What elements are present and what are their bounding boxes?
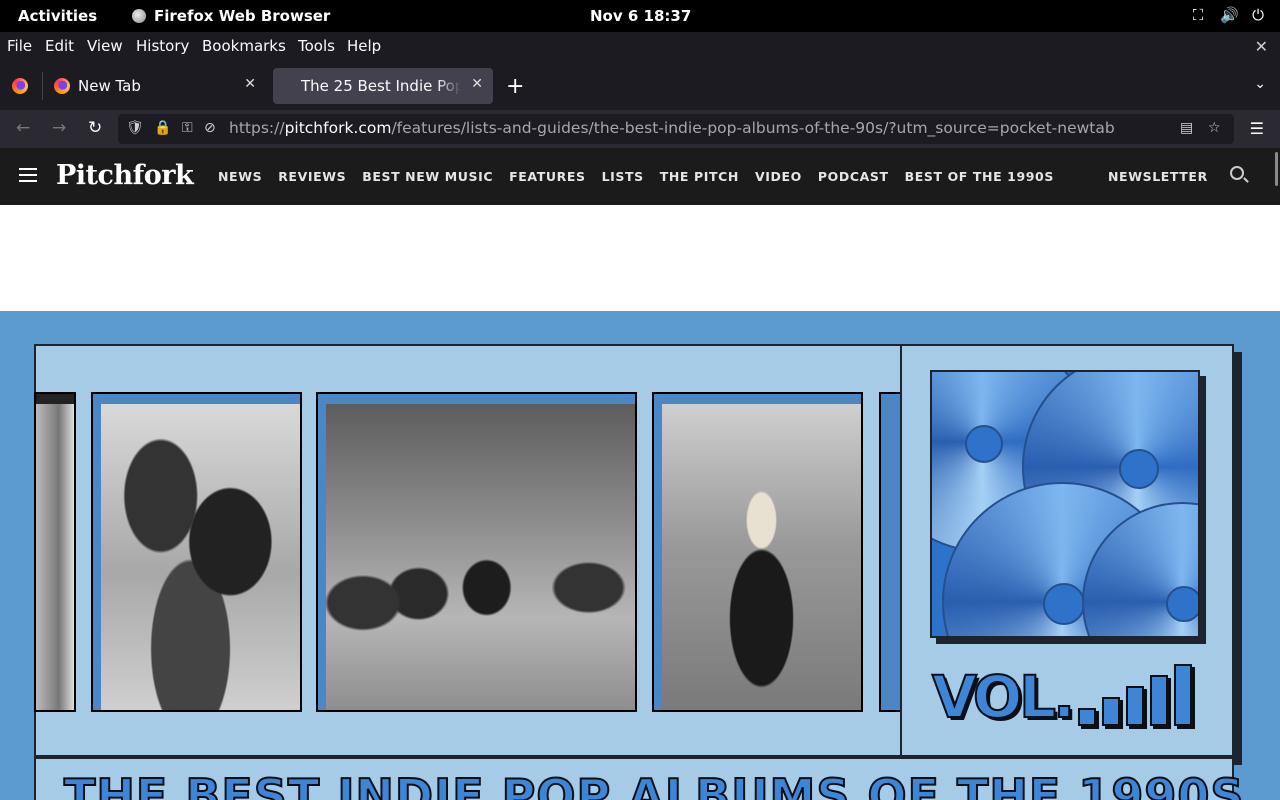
tab-label: New Tab	[78, 77, 141, 95]
forward-arrow-icon[interactable]: →	[52, 118, 66, 138]
menu-tools[interactable]: Tools	[298, 37, 335, 55]
close-window-icon[interactable]: ✕	[1255, 37, 1268, 56]
volume-panel: VOL.	[900, 344, 1234, 757]
permissions-icon[interactable]: ⚿	[182, 120, 193, 136]
menu-bar: File Edit View History Bookmarks Tools H…	[0, 32, 1280, 60]
menu-history[interactable]: History	[136, 37, 189, 55]
newsletter-link[interactable]: NEWSLETTER	[1108, 169, 1208, 184]
app-menu-hamburger-icon[interactable]: ☰	[1250, 119, 1264, 138]
volume-bar	[1078, 708, 1097, 726]
network-icon[interactable]: ⛶	[1190, 6, 1206, 24]
system-tray[interactable]: ⛶ 🔊 ⏻	[1190, 6, 1266, 24]
activities-button[interactable]: Activities	[18, 7, 97, 25]
band-photo	[652, 392, 863, 712]
hero-illustration: VOL. THE BEST INDIE POP ALBUMS OF THE 19…	[0, 311, 1280, 800]
reload-icon[interactable]: ↻	[88, 118, 102, 138]
nav-podcast[interactable]: PODCAST	[818, 169, 889, 184]
vol-label: VOL.	[931, 663, 1076, 731]
volume-icon[interactable]: 🔊	[1220, 6, 1239, 24]
volume-meter: VOL.	[931, 663, 1193, 731]
firefox-icon	[54, 78, 70, 94]
band-photo-partial	[34, 392, 76, 712]
band-photo	[91, 392, 302, 712]
menu-bookmarks[interactable]: Bookmarks	[202, 37, 286, 55]
bookmark-star-icon[interactable]: ☆	[1208, 120, 1221, 136]
search-icon[interactable]	[1230, 166, 1244, 180]
page-scrollbar-thumb[interactable]	[1275, 152, 1278, 186]
tab-new-tab[interactable]: New Tab ✕	[44, 68, 266, 104]
nav-the-pitch[interactable]: THE PITCH	[660, 169, 739, 184]
nav-features[interactable]: FEATURES	[509, 169, 585, 184]
pitchfork-logo[interactable]: Pitchfork	[56, 160, 194, 191]
nav-lists[interactable]: LISTS	[602, 169, 644, 184]
menu-file[interactable]: File	[7, 37, 32, 55]
tab-pitchfork[interactable]: The 25 Best Indie Pop Albums of the 1990…	[273, 68, 493, 104]
tab-separator	[42, 72, 43, 100]
band-photo-partial	[879, 392, 901, 712]
menu-view[interactable]: View	[87, 37, 123, 55]
nav-best-new-music[interactable]: BEST NEW MUSIC	[362, 169, 493, 184]
nav-best-of-the-1990s[interactable]: BEST OF THE 1990S	[905, 169, 1054, 184]
firefox-app-icon	[132, 9, 146, 23]
hero-title: THE BEST INDIE POP ALBUMS OF THE 1990S	[63, 769, 1245, 800]
reader-view-icon[interactable]: ▤	[1180, 120, 1193, 136]
back-arrow-icon[interactable]: ←	[16, 118, 30, 138]
url-bar[interactable]: 🛡 🔒 ⚿ ⊘ https://pitchfork.com/features/l…	[118, 114, 1234, 144]
navigation-toolbar: ← → ↻ 🛡 🔒 ⚿ ⊘ https://pitchfork.com/feat…	[0, 110, 1280, 148]
system-top-bar: Activities Firefox Web Browser Nov 6 18:…	[0, 0, 1280, 32]
volume-bar	[1174, 664, 1193, 726]
clock[interactable]: Nov 6 18:37	[590, 7, 691, 25]
list-all-tabs-chevron-icon[interactable]: ⌄	[1254, 76, 1266, 92]
cd-stack-image	[930, 370, 1200, 638]
tab-label: The 25 Best Indie Pop Albums of the 1990…	[301, 77, 461, 95]
new-tab-plus-icon[interactable]: +	[506, 74, 524, 99]
pinned-tab-firefox-icon[interactable]	[12, 78, 28, 94]
volume-bar	[1150, 675, 1169, 726]
menu-edit[interactable]: Edit	[45, 37, 74, 55]
site-header: Pitchfork NEWS REVIEWS BEST NEW MUSIC FE…	[0, 148, 1280, 205]
nav-video[interactable]: VIDEO	[755, 169, 802, 184]
lock-icon[interactable]: 🔒	[154, 120, 171, 136]
ad-space	[0, 205, 1280, 311]
power-icon[interactable]: ⏻	[1250, 6, 1266, 24]
tracking-protection-shield-icon[interactable]: 🛡	[126, 120, 144, 136]
site-nav: NEWS REVIEWS BEST NEW MUSIC FEATURES LIS…	[218, 169, 1054, 184]
volume-bar	[1126, 686, 1145, 726]
nav-news[interactable]: NEWS	[218, 169, 262, 184]
close-tab-icon[interactable]: ✕	[244, 76, 256, 92]
volume-bar	[1102, 697, 1121, 726]
band-photo	[316, 392, 637, 712]
app-menu[interactable]: Firefox Web Browser	[132, 7, 330, 25]
site-menu-hamburger-icon[interactable]	[19, 168, 37, 182]
autoplay-blocked-icon[interactable]: ⊘	[204, 120, 216, 136]
app-name: Firefox Web Browser	[154, 7, 331, 25]
nav-reviews[interactable]: REVIEWS	[278, 169, 346, 184]
menu-help[interactable]: Help	[347, 37, 381, 55]
close-tab-icon[interactable]: ✕	[471, 76, 483, 92]
tab-strip: New Tab ✕ The 25 Best Indie Pop Albums o…	[0, 60, 1280, 110]
url-text[interactable]: https://pitchfork.com/features/lists-and…	[229, 119, 1115, 137]
photo-strip-panel	[34, 344, 902, 757]
hero-title-strip: THE BEST INDIE POP ALBUMS OF THE 1990S	[34, 757, 1244, 800]
